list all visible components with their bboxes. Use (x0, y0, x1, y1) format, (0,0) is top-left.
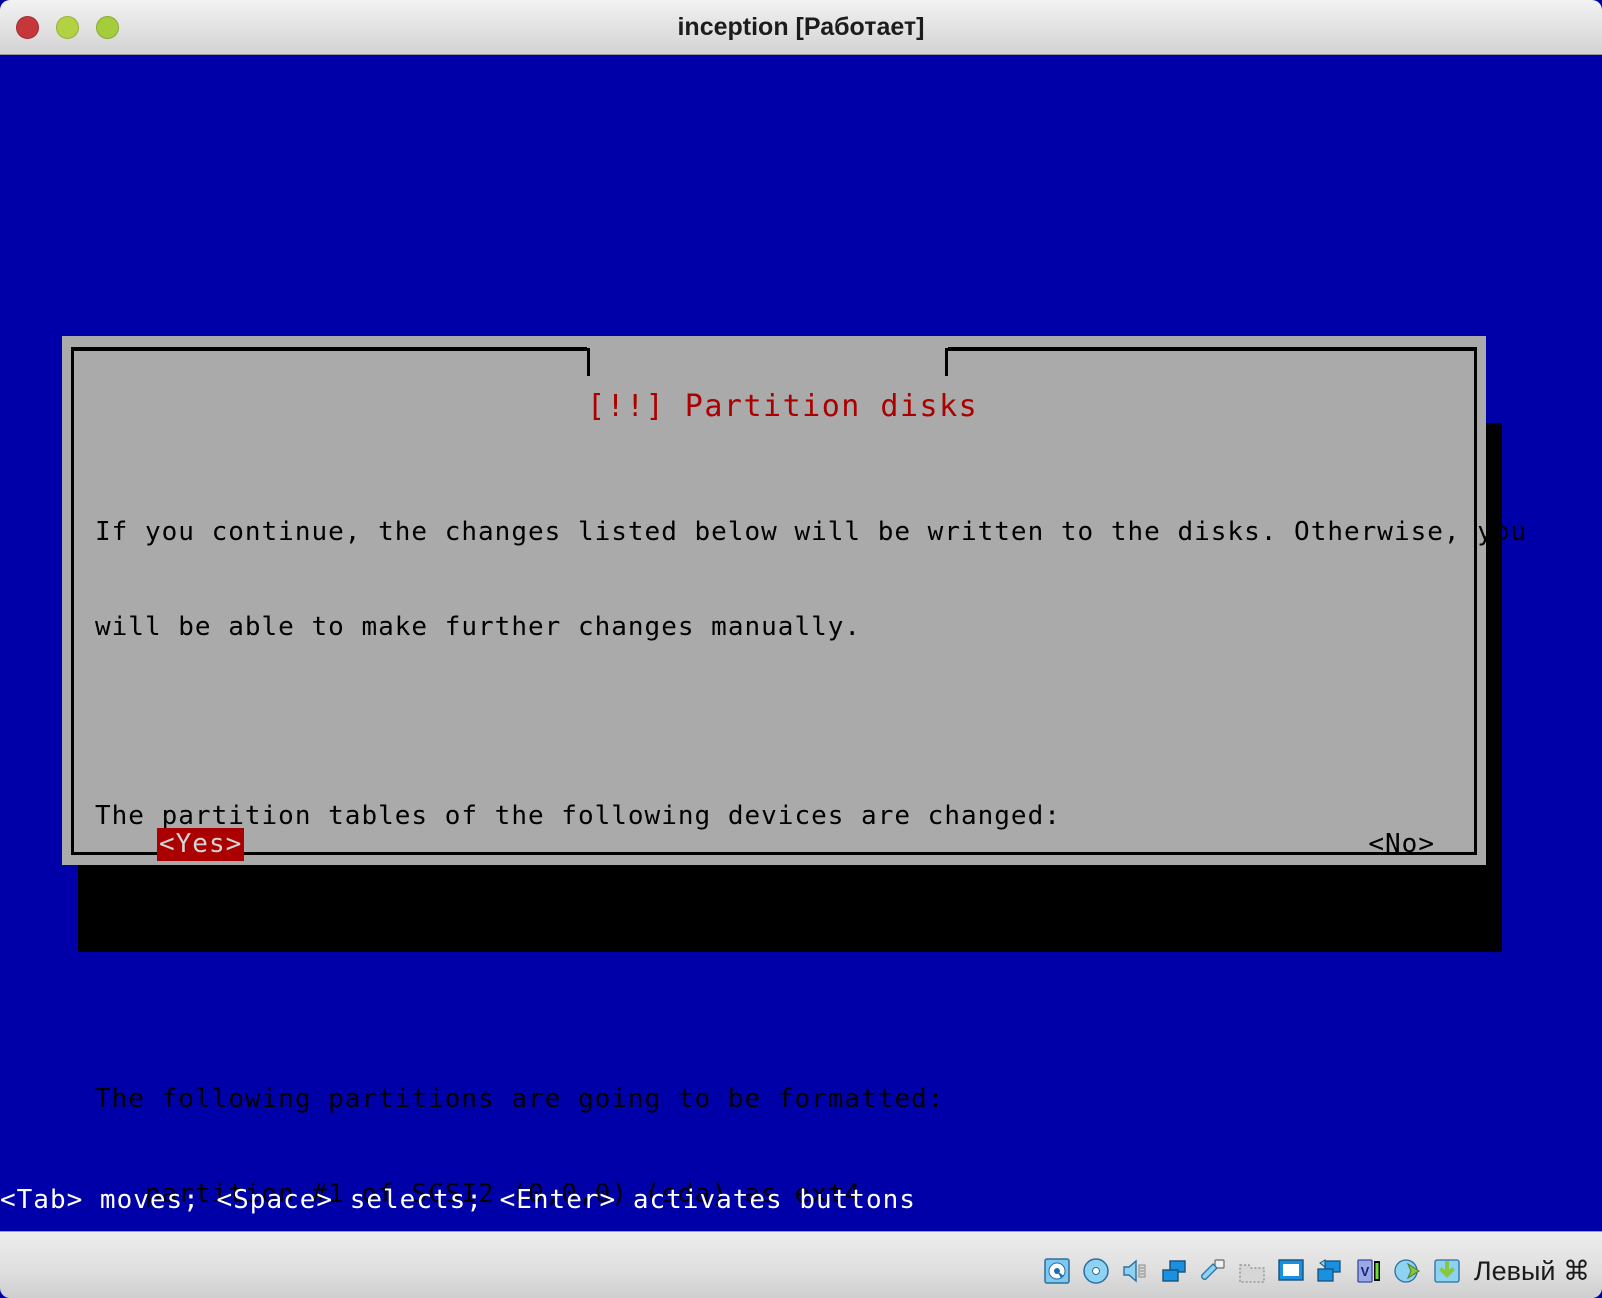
dialog-title-tick-left (587, 348, 590, 376)
dialog-title: [!!] Partition disks (587, 389, 979, 424)
audio-icon[interactable] (1118, 1254, 1152, 1288)
dialog-title-gap (587, 336, 948, 364)
dialog-line: The following partitions are going to be… (95, 1084, 945, 1114)
dialog-line-blank (95, 706, 1465, 738)
vbox-statusbar: V Левый ⌘ (0, 1231, 1602, 1298)
yes-button[interactable]: <Yes> (157, 828, 245, 861)
partition-disks-dialog: [!!] Partition disks If you continue, th… (62, 336, 1528, 1209)
display-icon[interactable] (1274, 1254, 1308, 1288)
dialog-line: will be able to make further changes man… (95, 611, 862, 642)
no-button[interactable]: <No> (1368, 828, 1435, 861)
usb-icon[interactable] (1196, 1254, 1230, 1288)
dialog-line: SCSI2 (0,0,0) (sda) (95, 895, 462, 925)
host-key-label: Левый ⌘ (1473, 1255, 1590, 1286)
statusbar-icon-group: V (1040, 1254, 1464, 1288)
dialog-title-rule-right (948, 348, 1477, 351)
dialog-line: If you continue, the changes listed belo… (95, 517, 1528, 547)
dialog-button-row: <Yes> <No> (95, 828, 1465, 864)
window-titlebar: inception [Работает] (0, 0, 1602, 55)
host-key-icon[interactable] (1430, 1254, 1464, 1288)
dialog-line-blank (95, 990, 1465, 1022)
window-title: inception [Работает] (677, 13, 925, 41)
optical-disk-icon[interactable] (1079, 1254, 1113, 1288)
vm-console-screen: [!!] Partition disks If you continue, th… (0, 55, 1602, 1231)
recording-icon[interactable] (1313, 1254, 1347, 1288)
mouse-integration-icon[interactable] (1391, 1254, 1425, 1288)
dialog-title-tick-right (945, 348, 948, 376)
hard-disk-icon[interactable] (1040, 1254, 1074, 1288)
shared-folder-icon[interactable] (1235, 1254, 1269, 1288)
virtualization-icon[interactable]: V (1352, 1254, 1386, 1288)
dialog-title-rule-left (71, 348, 587, 351)
console-key-hint: <Tab> moves; <Space> selects; <Enter> ac… (0, 1185, 916, 1215)
network-icon[interactable] (1157, 1254, 1191, 1288)
svg-text:V: V (1361, 1264, 1370, 1279)
